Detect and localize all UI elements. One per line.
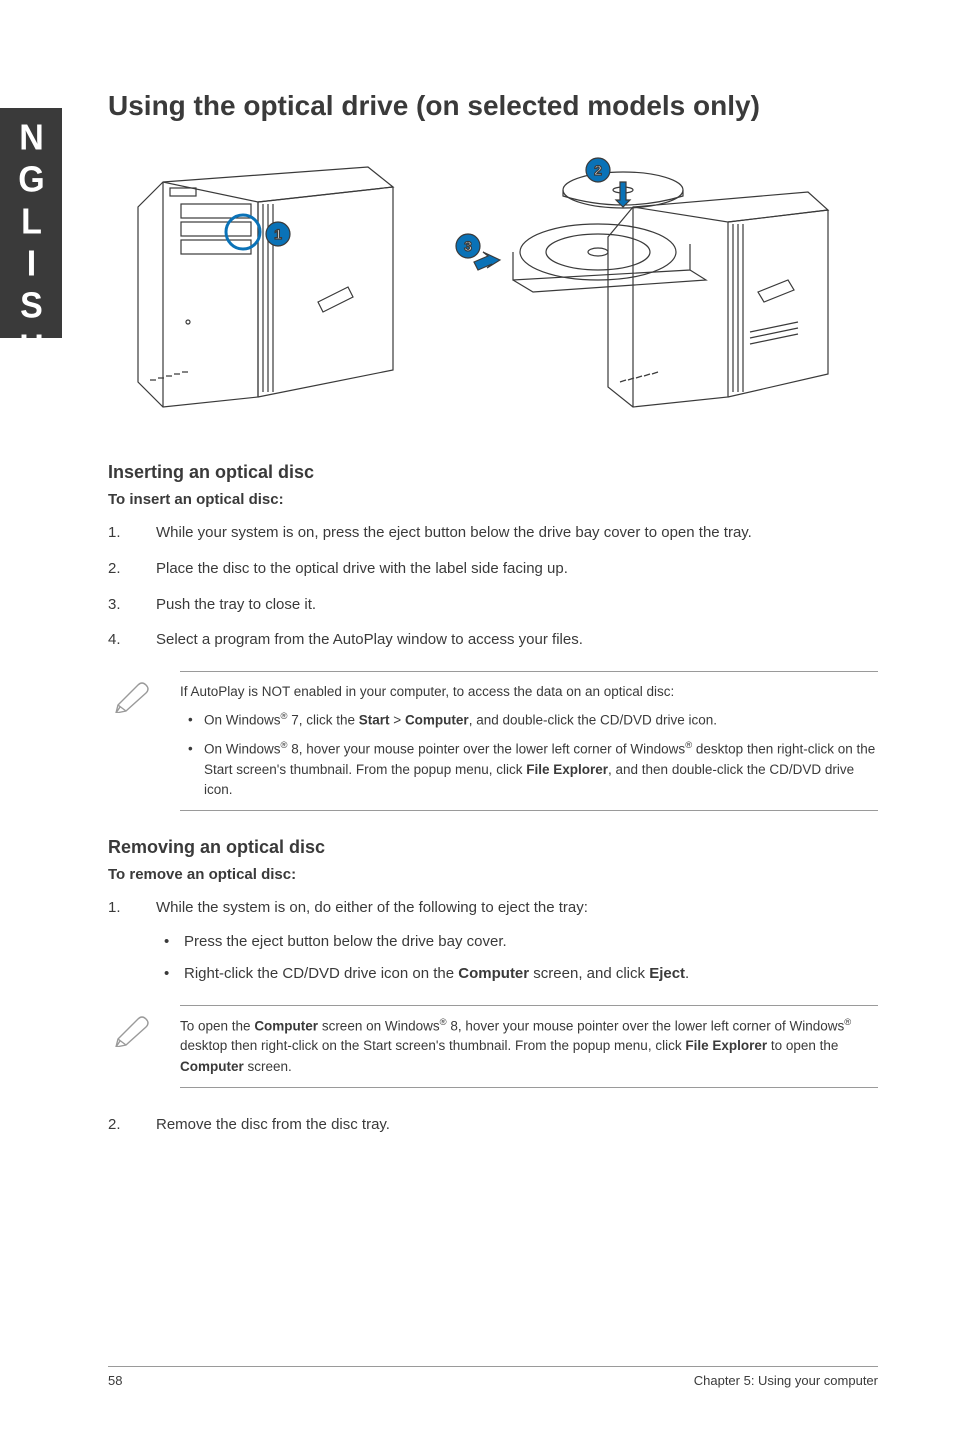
page-title: Using the optical drive (on selected mod… bbox=[108, 90, 878, 122]
remove-bullet: Right-click the CD/DVD drive icon on the… bbox=[156, 963, 878, 985]
insert-step: Select a program from the AutoPlay windo… bbox=[108, 629, 878, 651]
language-tab: ENGLISH bbox=[0, 108, 62, 338]
note-autoplay: If AutoPlay is NOT enabled in your compu… bbox=[108, 671, 878, 811]
remove-steps: While the system is on, do either of the… bbox=[108, 897, 878, 984]
figure-row: 1 bbox=[108, 152, 878, 412]
note-open-computer: To open the Computer screen on Windows® … bbox=[108, 1005, 878, 1088]
page-content: Using the optical drive (on selected mod… bbox=[108, 90, 878, 1156]
pencil-icon bbox=[112, 1007, 152, 1047]
callout-3: 3 bbox=[464, 238, 472, 254]
remove-heading: Removing an optical disc bbox=[108, 837, 878, 858]
remove-sub: To remove an optical disc: bbox=[108, 866, 878, 883]
page-footer: 58 Chapter 5: Using your computer bbox=[108, 1366, 878, 1388]
figure-closed-drive: 1 bbox=[108, 152, 408, 412]
remove-bullet: Press the eject button below the drive b… bbox=[156, 931, 878, 953]
insert-step: While your system is on, press the eject… bbox=[108, 522, 878, 544]
note1-bullet: On Windows® 7, click the Start > Compute… bbox=[180, 710, 878, 731]
remove-step: Remove the disc from the disc tray. bbox=[108, 1114, 878, 1136]
page-number: 58 bbox=[108, 1373, 122, 1388]
figure-open-drive: 2 3 bbox=[438, 152, 838, 412]
insert-step: Place the disc to the optical drive with… bbox=[108, 558, 878, 580]
remove-steps-cont: Remove the disc from the disc tray. bbox=[108, 1114, 878, 1136]
chapter-label: Chapter 5: Using your computer bbox=[694, 1373, 878, 1388]
insert-steps: While your system is on, press the eject… bbox=[108, 522, 878, 651]
language-label: ENGLISH bbox=[12, 76, 51, 370]
insert-heading: Inserting an optical disc bbox=[108, 462, 878, 483]
insert-step: Push the tray to close it. bbox=[108, 594, 878, 616]
note1-lead: If AutoPlay is NOT enabled in your compu… bbox=[180, 684, 674, 699]
note1-bullet: On Windows® 8, hover your mouse pointer … bbox=[180, 739, 878, 800]
pencil-icon bbox=[112, 673, 152, 713]
note2-text: To open the Computer screen on Windows® … bbox=[180, 1016, 878, 1077]
callout-2: 2 bbox=[594, 162, 602, 178]
insert-sub: To insert an optical disc: bbox=[108, 491, 878, 508]
callout-1: 1 bbox=[274, 226, 282, 242]
remove-step: While the system is on, do either of the… bbox=[108, 897, 878, 984]
